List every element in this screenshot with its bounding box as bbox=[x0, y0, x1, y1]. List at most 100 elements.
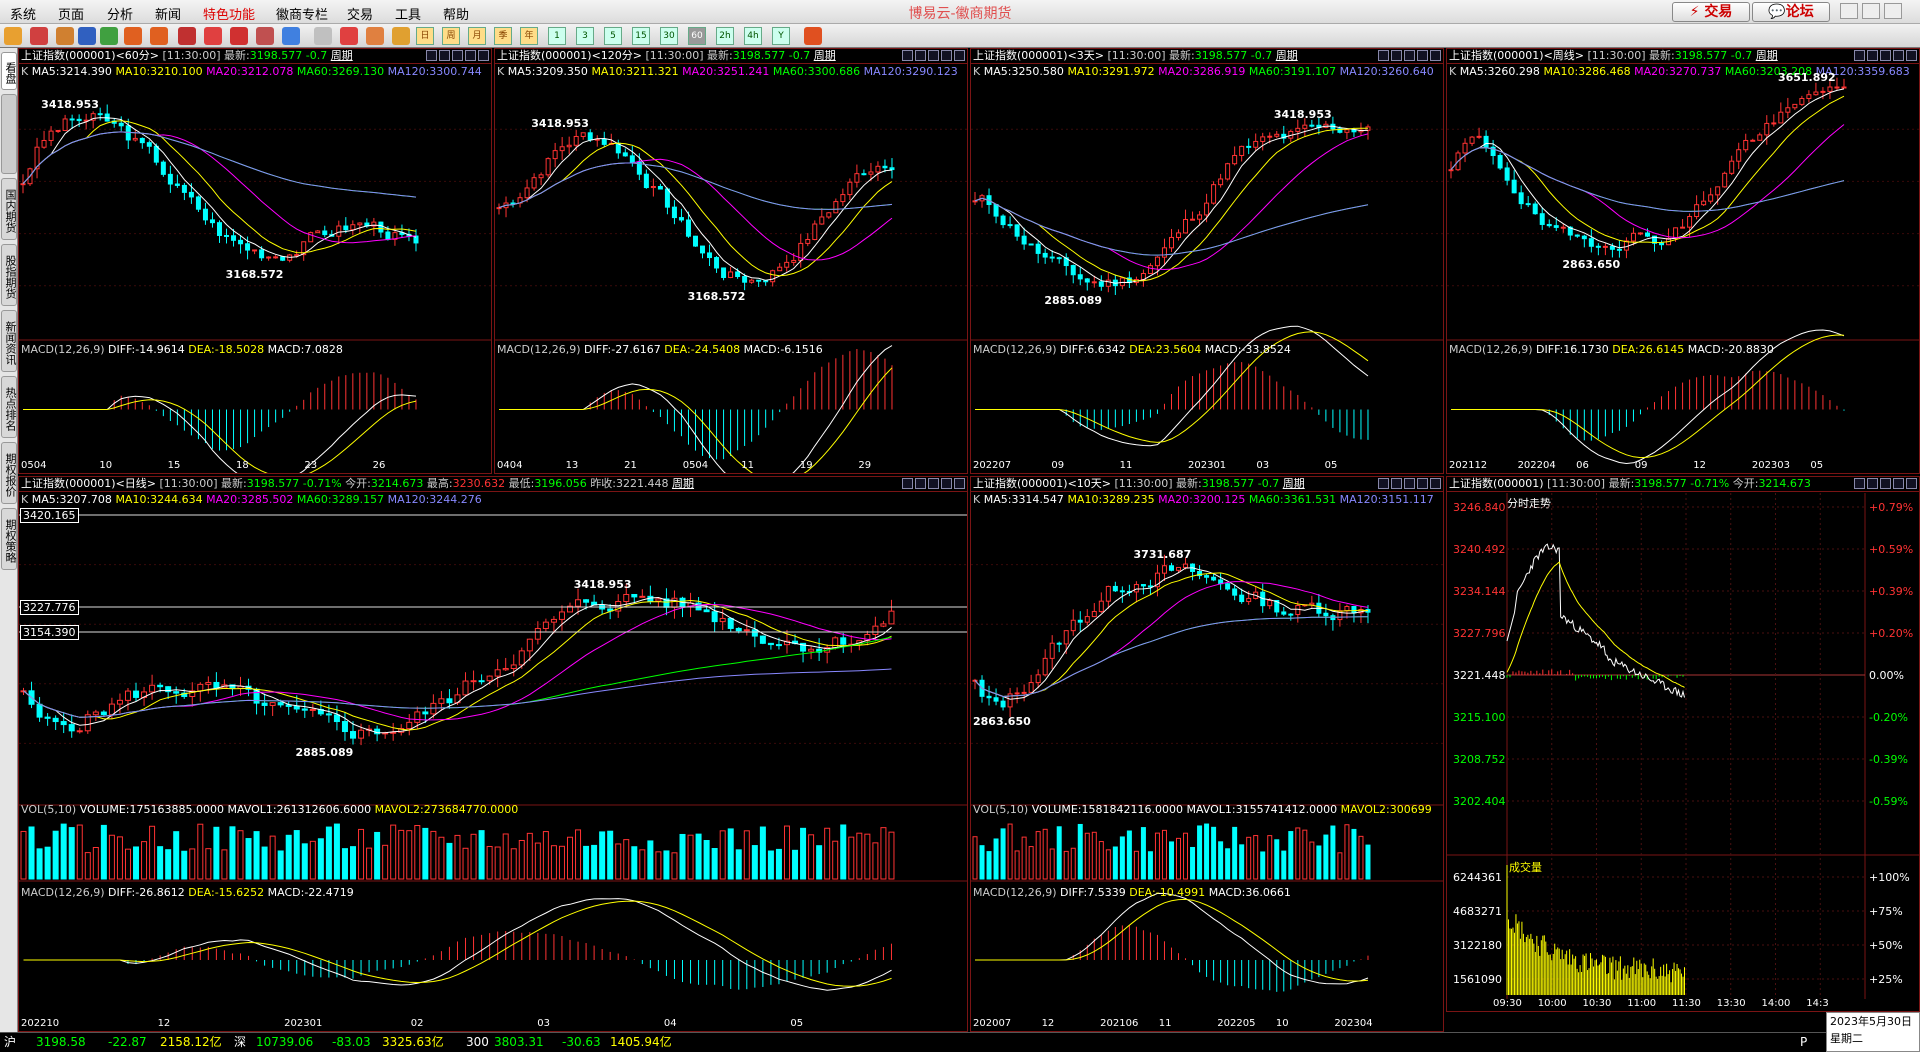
home-icon[interactable] bbox=[30, 27, 48, 45]
volume-bar bbox=[783, 825, 790, 880]
line-chart-icon[interactable] bbox=[340, 27, 358, 45]
chart-panel-pweek[interactable]: 上证指数(000001)<周线> [11:30:00] 最新:3198.577 … bbox=[1446, 48, 1920, 474]
period-1m[interactable]: 1 bbox=[548, 27, 566, 45]
candle bbox=[1462, 142, 1468, 154]
intraday-chart[interactable] bbox=[1447, 477, 1920, 1012]
maximize-button[interactable] bbox=[1862, 3, 1880, 19]
chart-panel-pintra[interactable]: 上证指数(000001) [11:30:00] 最新:3198.577 -0.7… bbox=[1446, 476, 1920, 1012]
period-season[interactable]: 季 bbox=[494, 27, 512, 45]
menu-column[interactable]: 徽商专栏 bbox=[276, 4, 328, 23]
sidebar-tab-index-futures[interactable]: 股指期货 bbox=[1, 244, 17, 306]
sidebar-tab-hot-rank[interactable]: 热点排名 bbox=[1, 376, 17, 438]
volume-bar bbox=[108, 834, 115, 880]
volume-bar bbox=[229, 826, 236, 880]
chart-panel-p60[interactable]: 上证指数(000001)<60分> [11:30:00] 最新:3198.577… bbox=[18, 48, 492, 474]
x-tick-label: 05 bbox=[1810, 460, 1824, 471]
forum-button[interactable]: 💬论坛 bbox=[1752, 2, 1830, 22]
candle bbox=[1518, 192, 1524, 205]
period-60m[interactable]: 60 bbox=[688, 27, 706, 45]
period-y[interactable]: Y bbox=[772, 27, 790, 45]
sidebar-tab-option-quotes[interactable]: 期权报价 bbox=[1, 442, 17, 504]
candle bbox=[728, 271, 734, 278]
table-icon[interactable] bbox=[314, 27, 332, 45]
menu-tools[interactable]: 工具 bbox=[395, 4, 421, 23]
volume-bar bbox=[1197, 825, 1203, 880]
kline-chart[interactable] bbox=[1447, 49, 1920, 474]
period-30m[interactable]: 30 bbox=[660, 27, 678, 45]
volume-bar bbox=[1204, 823, 1210, 880]
candle bbox=[1056, 642, 1062, 645]
menu-news[interactable]: 新闻 bbox=[155, 4, 181, 23]
volume-bar bbox=[1232, 826, 1238, 880]
x-tick-label: 26 bbox=[372, 460, 386, 471]
kline-icon[interactable] bbox=[366, 27, 384, 45]
candle bbox=[486, 675, 493, 682]
period-15m[interactable]: 15 bbox=[632, 27, 650, 45]
x-tick-label: 202210 bbox=[21, 1018, 60, 1029]
period-4h[interactable]: 4h bbox=[744, 27, 762, 45]
percent-label: -0.59% bbox=[1869, 795, 1908, 808]
period-3m[interactable]: 3 bbox=[576, 27, 594, 45]
menu-system[interactable]: 系统 bbox=[10, 4, 36, 23]
sidebar-tab-option-strategy[interactable]: 期权策略 bbox=[1, 508, 17, 570]
period-2h[interactable]: 2h bbox=[716, 27, 734, 45]
candle bbox=[1070, 265, 1076, 276]
chart-panel-p3d[interactable]: 上证指数(000001)<3天> [11:30:00] 最新:3198.577 … bbox=[970, 48, 1444, 474]
volume-bar bbox=[759, 826, 766, 880]
menu-help[interactable]: 帮助 bbox=[443, 4, 469, 23]
volume-bar bbox=[775, 848, 782, 880]
menu-features[interactable]: 特色功能 bbox=[203, 4, 255, 23]
candle bbox=[422, 711, 429, 715]
filter-icon[interactable] bbox=[256, 27, 274, 45]
candle bbox=[1211, 576, 1217, 581]
kline-chart[interactable] bbox=[495, 49, 968, 474]
kline-chart[interactable] bbox=[19, 477, 968, 1032]
book-icon[interactable] bbox=[56, 27, 74, 45]
volume-bar bbox=[100, 824, 107, 880]
kline-chart[interactable] bbox=[19, 49, 492, 474]
period-5m[interactable]: 5 bbox=[604, 27, 622, 45]
period-week[interactable]: 周 bbox=[442, 27, 460, 45]
sidebar-collapse-icon[interactable] bbox=[1, 94, 17, 174]
chart-panel-p10d[interactable]: 上证指数(000001)<10天> [11:30:00] 最新:3198.577… bbox=[970, 476, 1444, 1032]
sidebar-tab-news[interactable]: 新闻资讯 bbox=[1, 310, 17, 372]
volume-bar bbox=[864, 833, 871, 880]
pen-icon[interactable] bbox=[204, 27, 222, 45]
bar-icon[interactable] bbox=[392, 27, 410, 45]
macd-label: MACD(12,26,9) bbox=[973, 886, 1057, 899]
candle bbox=[62, 118, 68, 131]
sidebar-tab-domestic-futures[interactable]: 国内期货 bbox=[1, 178, 17, 240]
x-tick-label: 202301 bbox=[284, 1018, 323, 1029]
layout-icon[interactable] bbox=[178, 27, 196, 45]
sidebar-tab-watch[interactable]: 看盘 bbox=[1, 52, 17, 90]
minimize-button[interactable] bbox=[1840, 3, 1858, 19]
period-year[interactable]: 年 bbox=[520, 27, 538, 45]
chart-panel-pday[interactable]: 上证指数(000001)<日线> [11:30:00] 最新:3198.577 … bbox=[18, 476, 968, 1032]
close-button[interactable] bbox=[1884, 3, 1902, 19]
zoom-in-icon[interactable] bbox=[124, 27, 142, 45]
reference-line-label[interactable]: 3154.390 bbox=[20, 625, 79, 640]
volume-bar bbox=[84, 852, 91, 880]
grid-icon[interactable] bbox=[78, 27, 96, 45]
refresh-icon[interactable] bbox=[100, 27, 118, 45]
zoom-out-icon[interactable] bbox=[150, 27, 168, 45]
candle bbox=[538, 174, 544, 179]
volume-bar bbox=[398, 829, 405, 880]
candle bbox=[20, 183, 26, 186]
menu-analysis[interactable]: 分析 bbox=[107, 4, 133, 23]
reference-line-label[interactable]: 3420.165 bbox=[20, 508, 79, 523]
reference-line-label[interactable]: 3227.776 bbox=[20, 600, 79, 615]
signal-icon[interactable] bbox=[282, 27, 300, 45]
menu-trade[interactable]: 交易 bbox=[347, 4, 373, 23]
trade-button[interactable]: ⚡ 交易 bbox=[1672, 2, 1750, 22]
period-day[interactable]: 日 bbox=[416, 27, 434, 45]
menu-page[interactable]: 页面 bbox=[58, 4, 84, 23]
kline-chart[interactable] bbox=[971, 477, 1444, 1032]
calculator-icon[interactable] bbox=[804, 27, 822, 45]
period-month[interactable]: 月 bbox=[468, 27, 486, 45]
back-icon[interactable] bbox=[4, 27, 22, 45]
x-axis: 09:30 10:00 10:30 11:00 11:30 13:30 14:00 14:3 bbox=[1447, 998, 1919, 1011]
kline-chart[interactable] bbox=[971, 49, 1444, 474]
tool-icon[interactable] bbox=[230, 27, 248, 45]
chart-panel-p120[interactable]: 上证指数(000001)<120分> [11:30:00] 最新:3198.57… bbox=[494, 48, 968, 474]
